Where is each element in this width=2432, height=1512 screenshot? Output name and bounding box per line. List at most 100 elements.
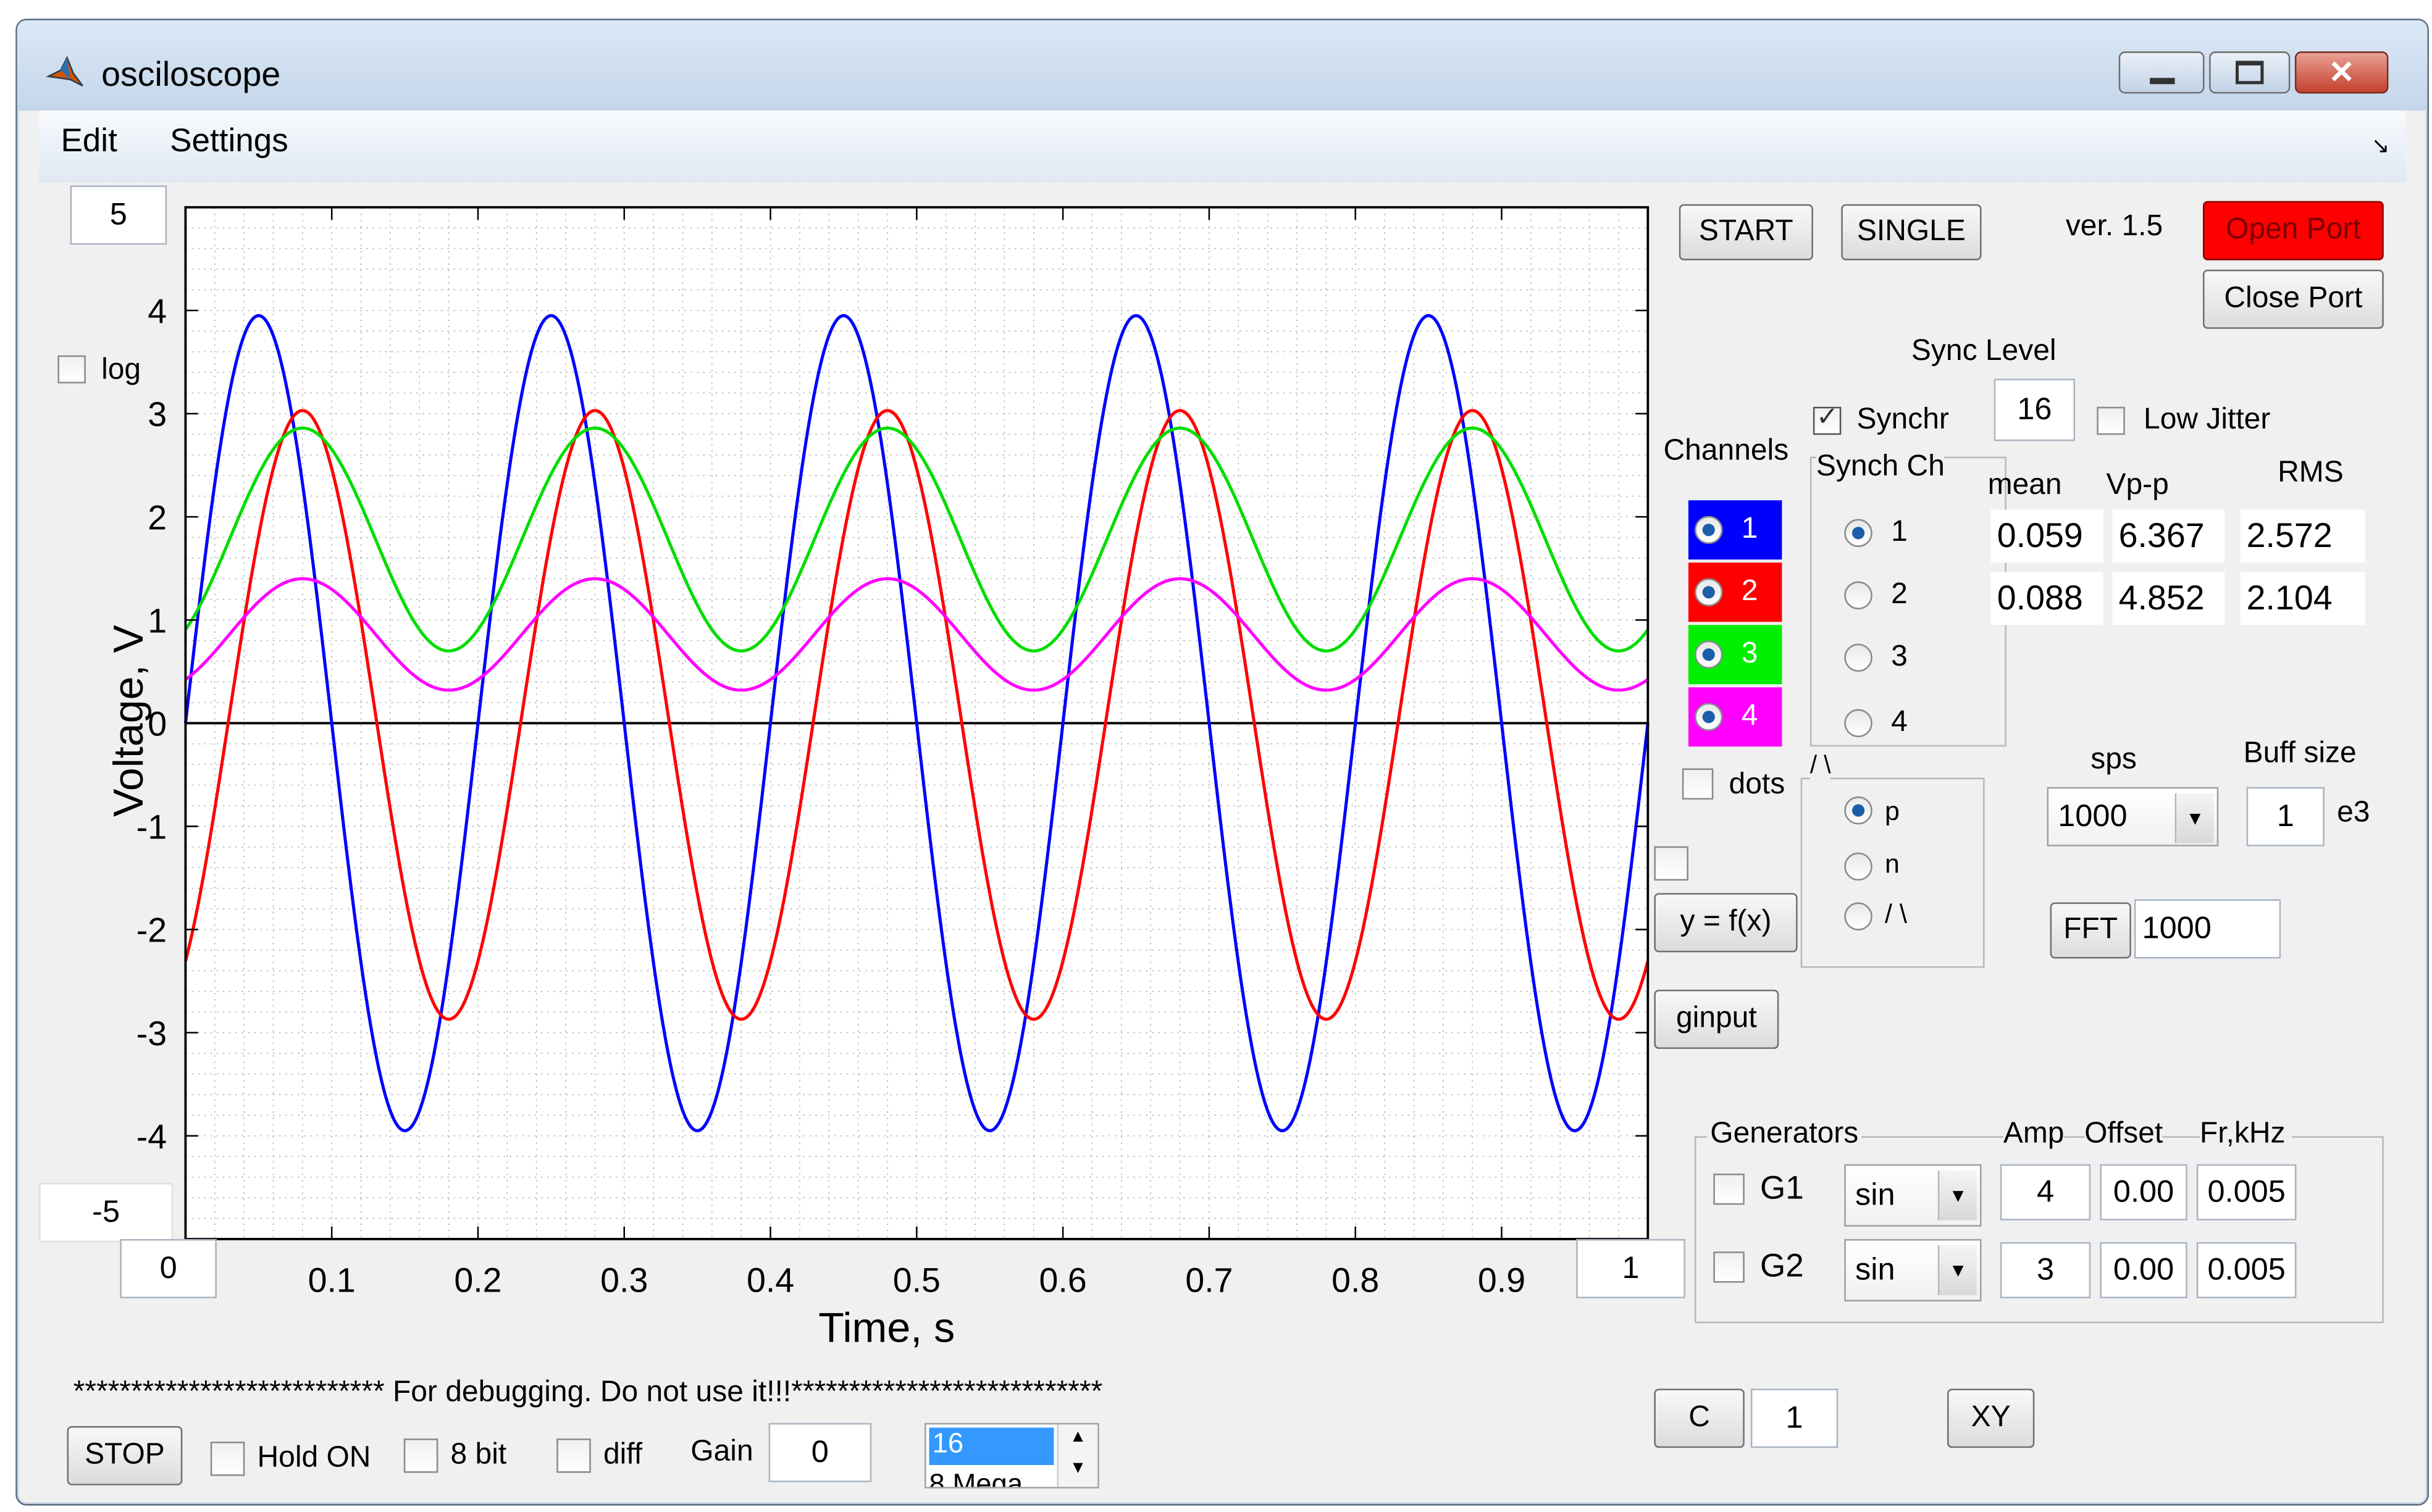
- minimize-icon: [2149, 77, 2174, 84]
- chevron-down-icon: ▼: [1937, 1245, 1977, 1295]
- fft-button[interactable]: FFT: [2050, 902, 2131, 959]
- y-tick-label: 4: [148, 292, 167, 330]
- hold-on-label: Hold ON: [257, 1442, 371, 1475]
- synch-ch-1-radio[interactable]: [1844, 519, 1872, 548]
- listbox-scrollbar[interactable]: ▲ ▼: [1057, 1424, 1098, 1487]
- synch-ch-2-radio[interactable]: [1844, 581, 1872, 610]
- dock-arrow-icon[interactable]: ↘: [2371, 133, 2390, 159]
- ymax-input[interactable]: 5: [70, 185, 167, 245]
- debug-label: *************************** For debuggin…: [73, 1376, 1103, 1410]
- channel-1-radio[interactable]: [1695, 516, 1723, 545]
- ymin-input[interactable]: -5: [39, 1183, 174, 1242]
- yfx-checkbox[interactable]: [1654, 846, 1688, 881]
- y-tick-label: 3: [148, 395, 167, 433]
- g1-label: G1: [1760, 1170, 1804, 1206]
- g1-amp-input[interactable]: 4: [2000, 1164, 2091, 1221]
- synch-ch-3-radio[interactable]: [1844, 643, 1872, 672]
- fft-input[interactable]: 1000: [2134, 899, 2281, 959]
- xmax-input[interactable]: 1: [1576, 1238, 1685, 1298]
- hold-on-checkbox[interactable]: [210, 1442, 245, 1476]
- edge-both-radio[interactable]: [1844, 902, 1872, 931]
- channel-2-toggle[interactable]: 2: [1688, 562, 1782, 622]
- buff-size-input[interactable]: 1: [2246, 787, 2325, 846]
- g2-wave-value: sin: [1855, 1252, 1895, 1287]
- chevron-down-icon: ▼: [2174, 793, 2214, 843]
- g2-label: G2: [1760, 1248, 1804, 1285]
- log-label: log: [101, 354, 141, 387]
- mean-header: mean: [1987, 469, 2062, 502]
- scroll-up-icon[interactable]: ▲: [1070, 1427, 1086, 1446]
- g1-checkbox[interactable]: [1713, 1173, 1745, 1205]
- menu-edit[interactable]: Edit: [61, 123, 117, 161]
- xmin-input[interactable]: 0: [120, 1238, 217, 1298]
- edge-p-radio[interactable]: [1844, 796, 1872, 825]
- start-button[interactable]: START: [1679, 204, 1813, 261]
- sps-select[interactable]: 1000 ▼: [2047, 787, 2219, 846]
- single-button[interactable]: SINGLE: [1841, 204, 1982, 261]
- channel-2-label: 2: [1741, 575, 1758, 608]
- gain-input[interactable]: 0: [768, 1422, 872, 1482]
- minimize-button[interactable]: [2118, 51, 2205, 94]
- x-tick-label: 0.2: [454, 1261, 501, 1300]
- close-button[interactable]: ✕: [2294, 51, 2389, 94]
- voltage-plot[interactable]: 43210-1-2-3-40.1 0.2 0.3 0.4 0.5 0.6 0.7 0.8 0.9: [39, 182, 1692, 1367]
- dots-checkbox[interactable]: [1682, 768, 1714, 800]
- close-icon: ✕: [2328, 56, 2355, 91]
- channel-2-radio[interactable]: [1695, 578, 1723, 606]
- synch-ch-4-radio[interactable]: [1844, 709, 1872, 738]
- stop-button[interactable]: STOP: [67, 1426, 183, 1485]
- offset-header: Offset: [2084, 1117, 2163, 1152]
- g2-amp-input[interactable]: 3: [2000, 1242, 2091, 1298]
- x-tick-label: 0.8: [1331, 1261, 1379, 1300]
- g1-wave-select[interactable]: sin ▼: [1844, 1164, 1982, 1227]
- xy-button[interactable]: XY: [1947, 1389, 2035, 1448]
- g2-freq-input[interactable]: 0.005: [2196, 1242, 2297, 1298]
- scroll-down-icon[interactable]: ▼: [1070, 1459, 1086, 1477]
- low-jitter-checkbox[interactable]: [2097, 406, 2125, 435]
- edge-n-radio[interactable]: [1844, 852, 1872, 881]
- x-tick-label: 0.1: [308, 1261, 356, 1300]
- ginput-button[interactable]: ginput: [1654, 989, 1779, 1049]
- g2-checkbox[interactable]: [1713, 1251, 1745, 1283]
- g1-offset-input[interactable]: 0.00: [2100, 1164, 2187, 1221]
- listbox-item[interactable]: 8 Mega: [929, 1468, 1023, 1487]
- open-port-button[interactable]: Open Port: [2202, 201, 2384, 261]
- mean-ch2: 0.088: [1990, 572, 2103, 625]
- diff-checkbox[interactable]: [556, 1439, 591, 1473]
- sync-level-input[interactable]: 16: [1994, 378, 2075, 441]
- g2-offset-input[interactable]: 0.00: [2100, 1242, 2187, 1298]
- rms-ch2: 2.104: [2240, 572, 2365, 625]
- maximize-button[interactable]: [2209, 51, 2291, 94]
- c-button[interactable]: C: [1654, 1389, 1745, 1448]
- sync-level-label: Sync Level: [1911, 335, 2057, 368]
- synchr-checkbox[interactable]: ✓: [1813, 402, 1842, 435]
- x-tick-label: 0.3: [600, 1261, 648, 1300]
- channel-4-toggle[interactable]: 4: [1688, 687, 1782, 747]
- menu-settings[interactable]: Settings: [170, 123, 288, 161]
- c-input[interactable]: 1: [1750, 1389, 1839, 1448]
- 8bit-checkbox[interactable]: [403, 1439, 438, 1473]
- rms-header: RMS: [2278, 456, 2344, 490]
- channel-3-radio[interactable]: [1695, 640, 1723, 669]
- x-tick-label: 0.6: [1039, 1261, 1087, 1300]
- synch-ch-group: [1809, 456, 2006, 747]
- y-tick-label: 2: [148, 498, 167, 537]
- close-port-button[interactable]: Close Port: [2202, 269, 2384, 329]
- g1-freq-input[interactable]: 0.005: [2196, 1164, 2297, 1221]
- resolution-listbox[interactable]: 16 8 Mega ▲ ▼: [924, 1422, 1099, 1489]
- log-checkbox[interactable]: [57, 355, 86, 384]
- client-area: 4 3 2 1 0 -1 -2 -3 -4 0.1 0.2 0.3 0.4 0.5 0.6 0.7 0.8 0.9…: [39, 182, 2406, 1489]
- low-jitter-label: Low Jitter: [2144, 403, 2271, 436]
- vpp-ch2: 4.852: [2112, 572, 2225, 625]
- listbox-selected-item[interactable]: 16: [929, 1427, 1054, 1465]
- channel-4-radio[interactable]: [1695, 703, 1723, 731]
- yfx-button[interactable]: y = f(x): [1654, 893, 1798, 953]
- g2-wave-select[interactable]: sin ▼: [1844, 1238, 1982, 1301]
- edge-group-label: / \: [1809, 753, 1831, 781]
- channel-1-toggle[interactable]: 1: [1688, 500, 1782, 560]
- gain-label: Gain: [690, 1435, 753, 1468]
- dots-label: dots: [1729, 768, 1785, 801]
- window-title: osciloscope: [101, 54, 281, 94]
- g1-wave-value: sin: [1855, 1177, 1895, 1212]
- channel-3-toggle[interactable]: 3: [1688, 625, 1782, 685]
